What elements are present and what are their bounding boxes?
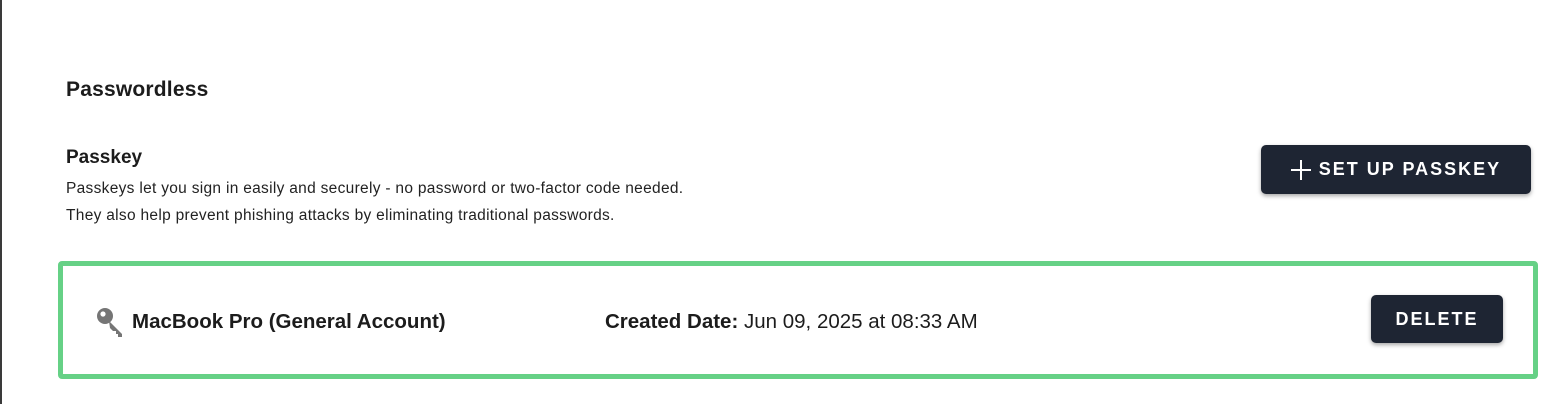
delete-passkey-button[interactable]: DELETE [1371,295,1503,343]
set-up-passkey-button[interactable]: SET UP PASSKEY [1261,145,1531,194]
passkey-description: Passkeys let you sign in easily and secu… [66,175,966,229]
passkey-device-name: MacBook Pro (General Account) [132,310,446,333]
left-border [0,0,2,404]
passkey-heading: Passkey [66,147,143,168]
plus-icon [1290,159,1311,180]
set-up-passkey-label: SET UP PASSKEY [1318,159,1502,179]
section-title: Passwordless [66,78,209,101]
passkey-card: MacBook Pro (General Account) Created Da… [58,261,1538,379]
created-date-label: Created Date: [605,310,739,333]
key-icon [96,307,126,337]
created-date-value: Jun 09, 2025 at 08:33 AM [744,310,978,333]
passkey-description-line-2: They also help prevent phishing attacks … [66,207,615,224]
passkey-description-line-1: Passkeys let you sign in easily and secu… [66,180,684,197]
passkey-info: Passkey Passkeys let you sign in easily … [66,147,966,229]
passkey-created-date: Created Date: Jun 09, 2025 at 08:33 AM [605,310,978,334]
